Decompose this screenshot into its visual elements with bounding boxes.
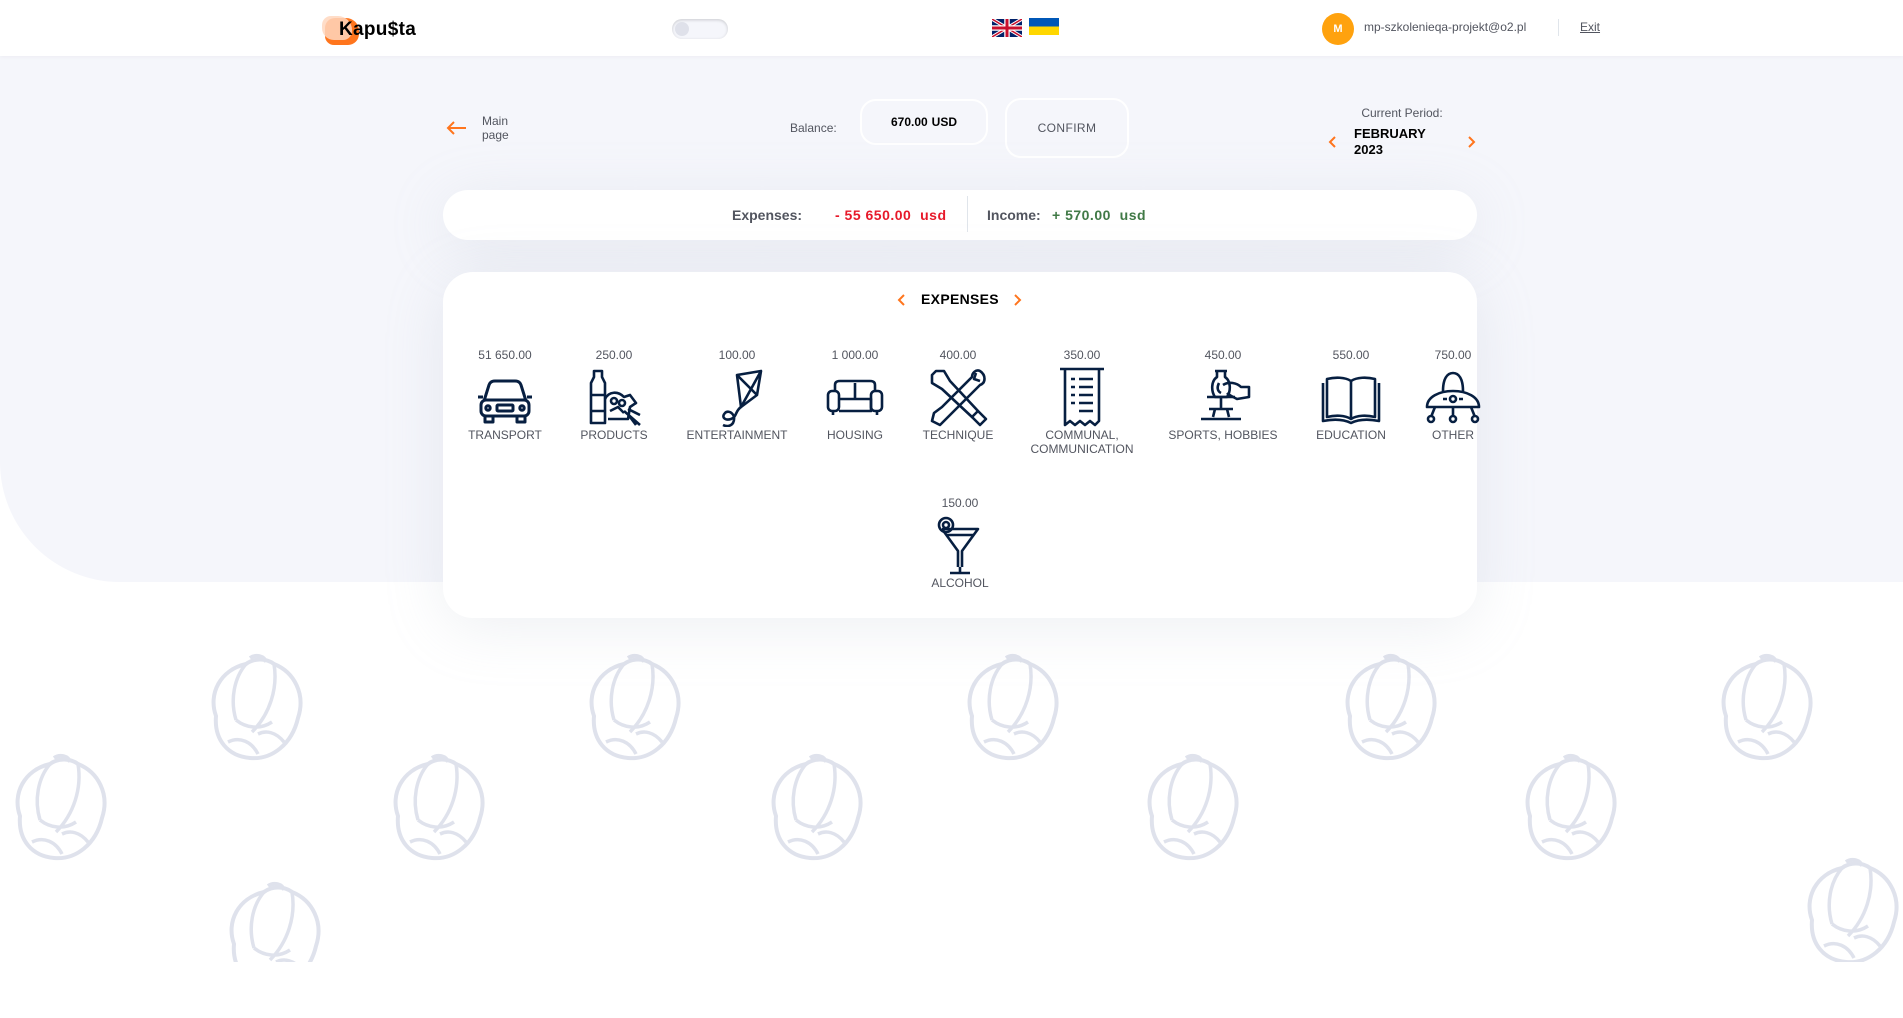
category-name: SPORTS, HOBBIES (1168, 428, 1278, 442)
balance-value: 670.00 (890, 115, 928, 129)
prev-period-icon[interactable] (1326, 134, 1340, 150)
expenses-label: Expenses: (732, 207, 803, 223)
exit-link[interactable]: Exit (1580, 20, 1600, 34)
category-amount: 400.00 (939, 348, 977, 362)
income-label: Income: (987, 207, 1041, 223)
top-header: Kapu$ta M mp-szkolenieqa-projekt@o2.pl E… (0, 0, 1903, 56)
next-period-icon[interactable] (1464, 134, 1478, 150)
current-period-value: FEBRUARY 2023 (1354, 126, 1454, 158)
back-to-main-button[interactable]: Main page (444, 114, 534, 148)
receipt-icon (1060, 367, 1104, 427)
category-name: TECHNIQUE (922, 428, 994, 442)
category-amount: 750.00 (1434, 348, 1472, 362)
panel-title: EXPENSES (921, 291, 999, 307)
tools-icon (930, 369, 988, 427)
sofa-icon (826, 379, 884, 415)
category-other[interactable]: 750.00 OTHER (1383, 348, 1523, 442)
uk-flag-icon[interactable] (992, 19, 1022, 37)
toggle-knob (675, 22, 689, 36)
logo-text: Kapu$ta (339, 19, 417, 40)
category-communal[interactable]: 350.00 COMMUNAL, COMMUNICATION (1012, 348, 1152, 456)
balance-label: Balance: (790, 121, 837, 135)
groceries-icon (589, 369, 641, 426)
pottery-icon (1201, 369, 1251, 421)
book-icon (1321, 376, 1381, 425)
category-alcohol[interactable]: 150.00 ALCOHOL (890, 496, 1030, 590)
next-report-type-icon[interactable] (1010, 292, 1024, 308)
back-label-line-2: page (482, 128, 509, 142)
category-products[interactable]: 250.00 PRODUCTS (544, 348, 684, 442)
category-amount: 350.00 (1063, 348, 1101, 362)
header-divider (1558, 19, 1559, 36)
period-month: FEBRUARY (1354, 126, 1426, 141)
summary-bar: Expenses: - 55 650.00 usd Income: + 570.… (443, 190, 1477, 240)
category-amount: 450.00 (1204, 348, 1242, 362)
expenses-total: - 55 650.00 usd (835, 207, 947, 223)
category-name: OTHER (1432, 428, 1474, 442)
period-year: 2023 (1354, 142, 1383, 157)
car-icon (478, 379, 532, 424)
ukraine-flag-icon[interactable] (1029, 18, 1059, 35)
user-email: mp-szkolenieqa-projekt@o2.pl (1364, 20, 1527, 34)
confirm-button[interactable]: CONFIRM (1005, 98, 1129, 158)
back-label-line-1: Main (482, 114, 509, 128)
category-amount: 150.00 (941, 496, 979, 510)
category-sports-hobbies[interactable]: 450.00 SPORTS, HOBBIES (1153, 348, 1293, 442)
cocktail-icon (937, 516, 980, 575)
category-technique[interactable]: 400.00 TECHNIQUE (888, 348, 1028, 442)
expenses-panel: EXPENSES 51 650.00 TRANSPORT 250.00 PROD… (443, 272, 1481, 618)
ufo-icon (1425, 371, 1481, 424)
avatar: M (1322, 13, 1354, 45)
summary-divider (967, 196, 968, 232)
theme-toggle[interactable] (672, 19, 728, 39)
current-period-label: Current Period: (1361, 106, 1443, 120)
income-total: + 570.00 usd (1052, 207, 1147, 223)
arrow-left-icon (446, 121, 466, 135)
cabbage-pattern-icon (15, 653, 1899, 962)
balance-currency: USD (931, 115, 958, 129)
kite-icon (722, 369, 763, 427)
balance-input[interactable]: 670.00 USD (860, 99, 988, 145)
category-name: COMMUNAL, COMMUNICATION (1030, 428, 1134, 456)
category-name: ALCOHOL (931, 576, 989, 590)
category-name: PRODUCTS (580, 428, 648, 442)
logo[interactable]: Kapu$ta (322, 16, 418, 45)
back-label: Main page (482, 114, 532, 142)
category-amount: 250.00 (595, 348, 633, 362)
